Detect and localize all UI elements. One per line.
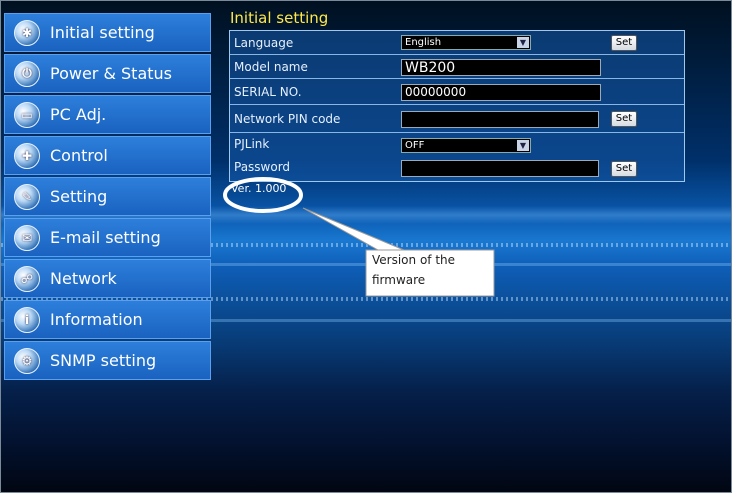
sidebar-item-email-setting[interactable]: ✉ E-mail setting — [4, 218, 211, 257]
sidebar-item-label: Setting — [50, 187, 108, 206]
sidebar-item-label: PC Adj. — [50, 105, 107, 124]
callout-text: Version of the firmware — [366, 250, 494, 290]
pin-row: Network PIN code Set — [230, 105, 684, 133]
network-icon: ☍ — [14, 265, 40, 292]
password-set-button[interactable]: Set — [611, 161, 637, 177]
language-row: Language English ▼ Set — [230, 31, 684, 55]
pin-set-button[interactable]: Set — [611, 111, 637, 127]
language-label: Language — [234, 36, 294, 50]
pjlink-select[interactable]: OFF ▼ — [401, 138, 531, 153]
language-value: English — [405, 37, 442, 48]
sidebar-item-label: E-mail setting — [50, 228, 161, 247]
pjlink-row: PJLink OFF ▼ Password Set — [230, 133, 684, 183]
page-title: Initial setting — [230, 9, 329, 27]
sidebar-item-label: Control — [50, 146, 108, 165]
sidebar-item-label: Initial setting — [50, 23, 155, 42]
gear-icon: ✱ — [14, 19, 40, 46]
sidebar-item-power-status[interactable]: ⏻ Power & Status — [4, 54, 211, 93]
sidebar-item-label: SNMP setting — [50, 351, 157, 370]
sidebar-item-network[interactable]: ☍ Network — [4, 259, 211, 298]
wrench-icon: ✎ — [14, 183, 40, 210]
serial-label: SERIAL NO. — [234, 85, 302, 99]
chevron-down-icon: ▼ — [517, 37, 529, 48]
monitor-icon: ▭ — [14, 101, 40, 128]
power-icon: ⏻ — [14, 60, 40, 87]
model-row: Model name WB200 — [230, 55, 684, 79]
model-name-field: WB200 — [401, 59, 601, 76]
callout-line-1: Version of the — [372, 253, 456, 267]
password-label: Password — [234, 160, 291, 174]
callout-line-2: firmware — [372, 273, 426, 287]
sidebar-item-control[interactable]: ✚ Control — [4, 136, 211, 175]
sidebar-menu: ✱ Initial setting ⏻ Power & Status ▭ PC … — [4, 13, 211, 382]
chevron-down-icon: ▼ — [517, 140, 529, 151]
sidebar-item-label: Power & Status — [50, 64, 173, 83]
sidebar-item-label: Network — [50, 269, 117, 288]
snmp-icon: ⚙ — [14, 347, 40, 374]
sidebar-item-setting[interactable]: ✎ Setting — [4, 177, 211, 216]
sidebar-item-initial-setting[interactable]: ✱ Initial setting — [4, 13, 211, 52]
language-select[interactable]: English ▼ — [401, 35, 531, 50]
model-label: Model name — [234, 60, 308, 74]
serial-number-field: 00000000 — [401, 84, 601, 101]
password-input[interactable] — [401, 160, 599, 177]
serial-row: SERIAL NO. 00000000 — [230, 79, 684, 105]
control-icon: ✚ — [14, 142, 40, 169]
pjlink-label: PJLink — [234, 137, 270, 151]
language-set-button[interactable]: Set — [611, 35, 637, 51]
settings-panel: Language English ▼ Set Model name WB200 … — [229, 30, 685, 182]
info-icon: i — [14, 306, 40, 333]
sidebar-item-pc-adj[interactable]: ▭ PC Adj. — [4, 95, 211, 134]
mail-icon: ✉ — [14, 224, 40, 251]
pjlink-value: OFF — [405, 140, 425, 151]
sidebar-item-label: Information — [50, 310, 143, 329]
network-pin-input[interactable] — [401, 111, 599, 128]
sidebar-item-snmp-setting[interactable]: ⚙ SNMP setting — [4, 341, 211, 380]
firmware-version: Ver. 1.000 — [231, 182, 287, 195]
pin-label: Network PIN code — [234, 112, 341, 126]
sidebar-item-information[interactable]: i Information — [4, 300, 211, 339]
